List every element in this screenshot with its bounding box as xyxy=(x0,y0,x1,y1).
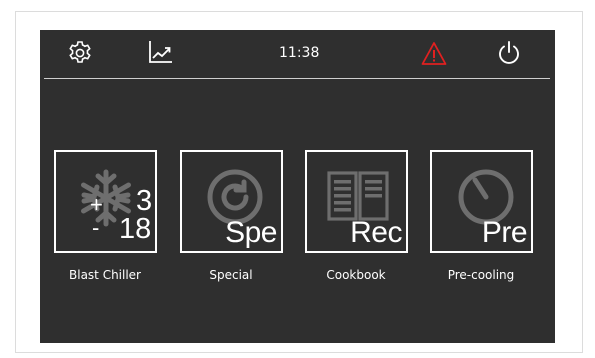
current-value: 18 xyxy=(119,213,152,245)
blast-chiller-button[interactable]: + 3 - 18 xyxy=(54,150,157,253)
pre-cooling-button[interactable]: Pre xyxy=(430,150,533,253)
setpoint-value: 3 xyxy=(136,185,153,217)
cookbook-code: Rec xyxy=(350,216,402,249)
top-divider xyxy=(44,78,550,79)
cookbook-button[interactable]: Rec xyxy=(305,150,408,253)
warning-triangle-icon[interactable] xyxy=(421,41,447,67)
top-bar: 11:38 xyxy=(40,30,555,78)
gear-icon[interactable] xyxy=(67,40,93,66)
control-panel-screen: 11:38 + 3 - 18 Blast Chiller Spe Special… xyxy=(40,30,555,343)
plus-sign: + xyxy=(90,192,103,217)
cookbook-label: Cookbook xyxy=(326,268,386,282)
clock-time: 11:38 xyxy=(279,45,320,61)
special-label: Special xyxy=(209,268,253,282)
pre-cooling-code: Pre xyxy=(481,216,528,249)
minus-sign: - xyxy=(92,215,100,240)
pre-cooling-label: Pre-cooling xyxy=(447,268,515,282)
power-icon[interactable] xyxy=(496,40,522,66)
blast-chiller-label: Blast Chiller xyxy=(69,268,141,282)
trend-chart-icon[interactable] xyxy=(148,39,174,65)
special-code: Spe xyxy=(225,216,277,249)
special-button[interactable]: Spe xyxy=(180,150,283,253)
